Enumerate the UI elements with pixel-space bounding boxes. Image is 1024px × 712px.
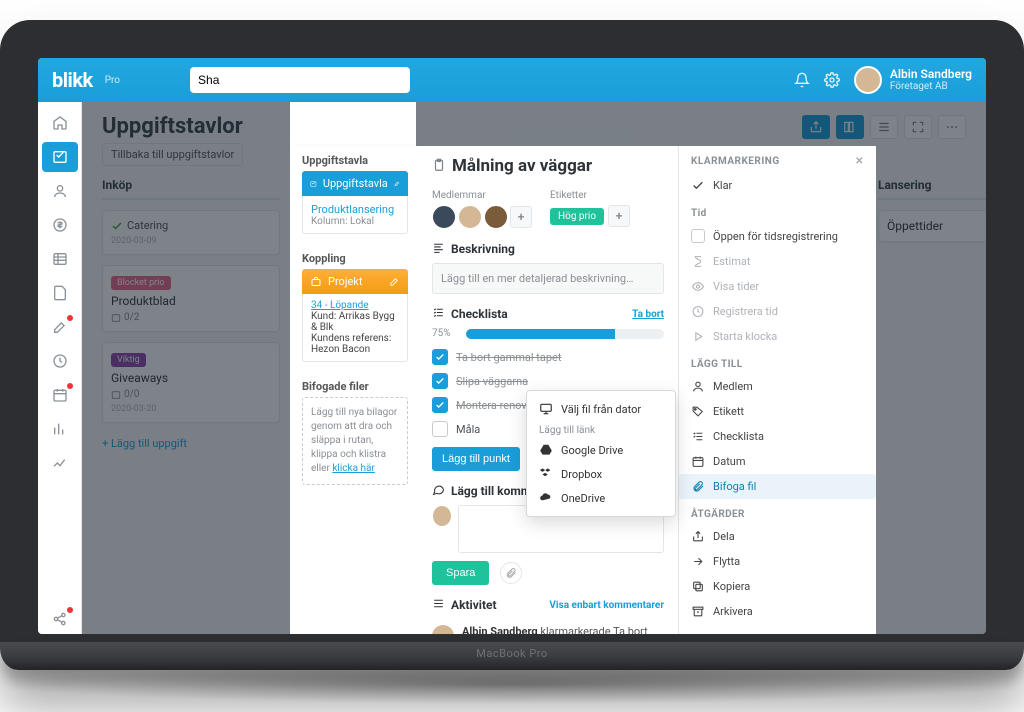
checkbox-icon[interactable] — [432, 421, 448, 437]
checkbox-icon[interactable] — [432, 349, 448, 365]
close-icon[interactable]: ✕ — [855, 156, 864, 167]
sidebar-clock-icon[interactable] — [42, 346, 78, 376]
avatar[interactable] — [854, 66, 882, 94]
activity-head: Aktivitet — [451, 598, 497, 612]
add-member-button[interactable]: + — [510, 206, 532, 228]
sidebar-analytics-icon[interactable] — [42, 448, 78, 478]
sidebar-money-icon[interactable] — [42, 210, 78, 240]
clipboard-icon — [432, 158, 446, 175]
move-button[interactable]: Flytta — [679, 549, 876, 574]
logo-sub: Pro — [105, 75, 120, 86]
activity-filter-link[interactable]: Visa enbart kommentarer — [549, 600, 664, 611]
section-files-title: Bifogade filer — [292, 372, 418, 397]
board-pill[interactable]: Uppgiftstavla — [302, 171, 408, 196]
time-open-toggle[interactable]: Öppen för tidsregistrering — [679, 223, 876, 249]
copy-button[interactable]: Kopiera — [679, 574, 876, 599]
show-times-button[interactable]: Visa tider — [679, 274, 876, 299]
estimate-button[interactable]: Estimat — [679, 249, 876, 274]
add-label-button[interactable]: Etikett — [679, 399, 876, 424]
member-avatar[interactable] — [432, 205, 456, 229]
sidebar — [38, 102, 82, 634]
google-drive-option[interactable]: Google Drive — [527, 438, 675, 462]
activity-item: Albin Sandberg klarmarkerade Ta bort gam… — [432, 619, 664, 634]
align-left-icon — [432, 241, 445, 257]
sidebar-edit-icon[interactable] — [42, 312, 78, 342]
sidebar-doc-icon[interactable] — [42, 278, 78, 308]
activity-avatar — [432, 625, 454, 634]
board-sub: Kolumn: Lokal — [311, 216, 399, 227]
add-checklist-button[interactable]: Checklista — [679, 424, 876, 449]
comment-icon — [432, 483, 445, 499]
sidebar-share-icon[interactable] — [42, 604, 78, 634]
sidebar-boards-icon[interactable] — [42, 142, 78, 172]
attach-file-button[interactable]: Bifoga fil — [679, 474, 876, 499]
sidebar-users-icon[interactable] — [42, 176, 78, 206]
start-clock-button[interactable]: Starta klocka — [679, 324, 876, 349]
task-title[interactable]: Målning av väggar — [452, 156, 592, 176]
checklist-icon — [432, 306, 445, 322]
attach-popover: Välj fil från dator Lägg till länk Googl… — [526, 390, 676, 517]
project-link[interactable]: 34 - Löpande — [311, 300, 369, 311]
member-avatar[interactable] — [484, 205, 508, 229]
labels-label: Etiketter — [550, 190, 630, 201]
notifications-icon[interactable] — [794, 72, 810, 88]
user-name: Albin Sandberg — [890, 68, 972, 81]
logo: blikk — [52, 68, 93, 92]
checkbox-icon[interactable] — [432, 397, 448, 413]
project-pill[interactable]: Projekt — [302, 269, 408, 294]
klarmarkering-head: KLARMARKERING — [691, 156, 780, 167]
activity-icon — [432, 597, 445, 613]
attach-icon[interactable] — [500, 562, 522, 584]
checkbox-icon[interactable] — [432, 373, 448, 389]
mark-done-button[interactable]: Klar — [679, 173, 876, 198]
add-link-head: Lägg till länk — [527, 421, 675, 438]
sidebar-report-icon[interactable] — [42, 414, 78, 444]
choose-from-computer[interactable]: Välj fil från dator — [527, 397, 675, 421]
add-label-button[interactable]: + — [608, 205, 630, 227]
priority-tag[interactable]: Hög prio — [550, 208, 604, 225]
file-click-link[interactable]: klicka här — [332, 463, 375, 474]
section-board-title: Uppgiftstavla — [292, 146, 418, 171]
sidebar-calendar-icon[interactable] — [42, 380, 78, 410]
project-customer: Kund: Arrikas Bygg & Blk — [311, 311, 399, 333]
register-time-button[interactable]: Registrera tid — [679, 299, 876, 324]
project-reference: Kundens referens: Hezon Bacon — [311, 333, 399, 355]
sidebar-home-icon[interactable] — [42, 108, 78, 138]
progress-percent: 75% — [432, 328, 460, 339]
checkbox-icon[interactable] — [691, 229, 705, 243]
members-label: Medlemmar — [432, 190, 532, 201]
dropbox-option[interactable]: Dropbox — [527, 462, 675, 486]
board-link[interactable]: Produktlansering — [311, 203, 394, 216]
section-link-title: Koppling — [292, 244, 418, 269]
remove-checklist-link[interactable]: Ta bort — [632, 309, 664, 320]
search-input[interactable] — [190, 67, 410, 93]
member-avatar[interactable] — [458, 205, 482, 229]
share-button[interactable]: Dela — [679, 524, 876, 549]
actions-head: ÅTGÄRDER — [679, 499, 876, 524]
description-head: Beskrivning — [451, 242, 515, 256]
add-head: LÄGG TILL — [679, 349, 876, 374]
add-date-button[interactable]: Datum — [679, 449, 876, 474]
add-member-button[interactable]: Medlem — [679, 374, 876, 399]
onedrive-option[interactable]: OneDrive — [527, 486, 675, 510]
file-dropzone[interactable]: Lägg till nya bilagor genom att dra och … — [302, 397, 408, 485]
description-input[interactable]: Lägg till en mer detaljerad beskrivning… — [432, 263, 664, 294]
sidebar-list-icon[interactable] — [42, 244, 78, 274]
archive-button[interactable]: Arkivera — [679, 599, 876, 624]
tid-head: Tid — [679, 198, 876, 223]
save-comment-button[interactable]: Spara — [432, 561, 489, 585]
progress-bar — [466, 329, 664, 339]
user-org: Företaget AB — [890, 81, 972, 92]
add-checklist-item-button[interactable]: Lägg till punkt — [432, 447, 520, 471]
commenter-avatar — [432, 505, 452, 527]
checklist-item[interactable]: Ta bort gammal tapet — [432, 345, 664, 369]
checklist-head: Checklista — [451, 307, 508, 321]
settings-icon[interactable] — [824, 72, 840, 88]
